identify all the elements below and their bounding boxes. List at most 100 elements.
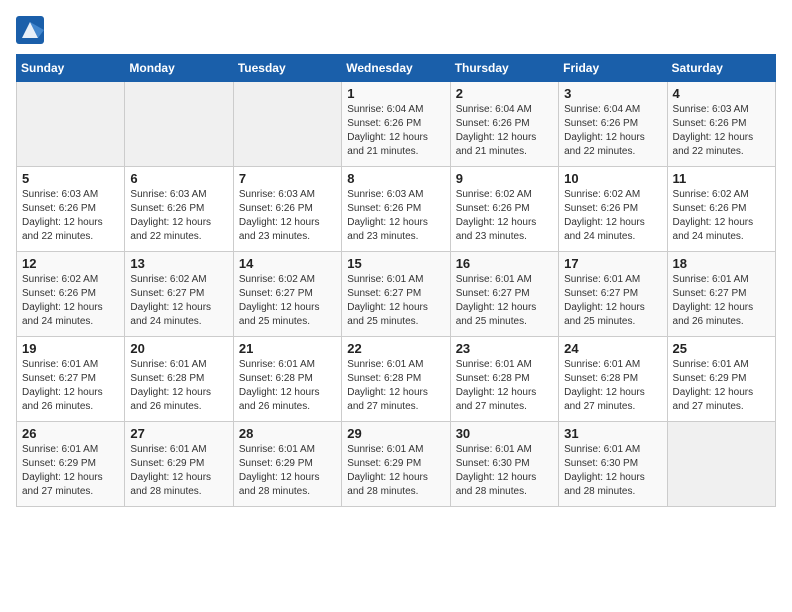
calendar-cell: 15Sunrise: 6:01 AM Sunset: 6:27 PM Dayli… [342,252,450,337]
day-number: 31 [564,426,661,441]
day-number: 3 [564,86,661,101]
day-info: Sunrise: 6:01 AM Sunset: 6:27 PM Dayligh… [347,273,444,329]
day-number: 28 [239,426,336,441]
calendar-cell [233,82,341,167]
day-info: Sunrise: 6:01 AM Sunset: 6:29 PM Dayligh… [239,443,336,499]
day-header-monday: Monday [125,55,233,82]
day-info: Sunrise: 6:02 AM Sunset: 6:27 PM Dayligh… [130,273,227,329]
day-info: Sunrise: 6:04 AM Sunset: 6:26 PM Dayligh… [564,103,661,159]
calendar-cell: 3 Sunrise: 6:04 AM Sunset: 6:26 PM Daylig… [559,82,667,167]
calendar-cell: 30 Sunrise: 6:01 AM Sunset: 6:30 PM Dayli… [450,422,558,507]
day-info: Sunrise: 6:01 AM Sunset: 6:27 PM Dayligh… [22,358,119,414]
day-number: 17 [564,256,661,271]
calendar-week-row: 26 Sunrise: 6:01 AM Sunset: 6:29 PM Dayli… [17,422,776,507]
day-info: Sunrise: 6:03 AM Sunset: 6:26 PM Dayligh… [347,188,444,244]
calendar-cell: 5 Sunrise: 6:03 AM Sunset: 6:26 PM Daylig… [17,167,125,252]
calendar-table: SundayMondayTuesdayWednesdayThursdayFrid… [16,54,776,507]
day-header-thursday: Thursday [450,55,558,82]
day-info: Sunrise: 6:01 AM Sunset: 6:29 PM Dayligh… [130,443,227,499]
day-number: 20 [130,341,227,356]
day-header-tuesday: Tuesday [233,55,341,82]
day-number: 2 [456,86,553,101]
day-number: 29 [347,426,444,441]
day-number: 7 [239,171,336,186]
calendar-cell: 25 Sunrise: 6:01 AM Sunset: 6:29 PM Dayli… [667,337,775,422]
calendar-week-row: 5 Sunrise: 6:03 AM Sunset: 6:26 PM Daylig… [17,167,776,252]
day-number: 4 [673,86,770,101]
calendar-week-row: 1 Sunrise: 6:04 AM Sunset: 6:26 PM Daylig… [17,82,776,167]
calendar-cell: 21Sunrise: 6:01 AM Sunset: 6:28 PM Dayli… [233,337,341,422]
day-number: 24 [564,341,661,356]
day-number: 8 [347,171,444,186]
day-number: 26 [22,426,119,441]
day-info: Sunrise: 6:01 AM Sunset: 6:27 PM Dayligh… [564,273,661,329]
calendar-cell: 24 Sunrise: 6:01 AM Sunset: 6:28 PM Dayli… [559,337,667,422]
day-header-saturday: Saturday [667,55,775,82]
calendar-cell: 28 Sunrise: 6:01 AM Sunset: 6:29 PM Dayli… [233,422,341,507]
day-info: Sunrise: 6:01 AM Sunset: 6:28 PM Dayligh… [564,358,661,414]
calendar-cell: 31 Sunrise: 6:01 AM Sunset: 6:30 PM Dayli… [559,422,667,507]
calendar-cell [17,82,125,167]
calendar-cell: 23Sunrise: 6:01 AM Sunset: 6:28 PM Dayli… [450,337,558,422]
day-info: Sunrise: 6:03 AM Sunset: 6:26 PM Dayligh… [130,188,227,244]
calendar-cell: 27 Sunrise: 6:01 AM Sunset: 6:29 PM Dayli… [125,422,233,507]
day-info: Sunrise: 6:01 AM Sunset: 6:27 PM Dayligh… [456,273,553,329]
day-number: 23 [456,341,553,356]
calendar-cell: 26Sunrise: 6:01 AM Sunset: 6:29 PM Dayli… [17,422,125,507]
day-number: 30 [456,426,553,441]
calendar-week-row: 19 Sunrise: 6:01 AM Sunset: 6:27 PM Dayli… [17,337,776,422]
calendar-cell: 13 Sunrise: 6:02 AM Sunset: 6:27 PM Dayli… [125,252,233,337]
calendar-header-row: SundayMondayTuesdayWednesdayThursdayFrid… [17,55,776,82]
day-number: 9 [456,171,553,186]
calendar-cell: 17 Sunrise: 6:01 AM Sunset: 6:27 PM Dayli… [559,252,667,337]
calendar-cell: 19 Sunrise: 6:01 AM Sunset: 6:27 PM Dayli… [17,337,125,422]
day-number: 5 [22,171,119,186]
day-header-wednesday: Wednesday [342,55,450,82]
calendar-cell: 12Sunrise: 6:02 AM Sunset: 6:26 PM Dayli… [17,252,125,337]
calendar-cell: 14 Sunrise: 6:02 AM Sunset: 6:27 PM Dayli… [233,252,341,337]
calendar-week-row: 12Sunrise: 6:02 AM Sunset: 6:26 PM Dayli… [17,252,776,337]
day-info: Sunrise: 6:03 AM Sunset: 6:26 PM Dayligh… [673,103,770,159]
day-info: Sunrise: 6:01 AM Sunset: 6:28 PM Dayligh… [347,358,444,414]
calendar-cell: 29Sunrise: 6:01 AM Sunset: 6:29 PM Dayli… [342,422,450,507]
day-number: 13 [130,256,227,271]
day-number: 18 [673,256,770,271]
day-number: 16 [456,256,553,271]
calendar-cell: 1Sunrise: 6:04 AM Sunset: 6:26 PM Daylig… [342,82,450,167]
day-info: Sunrise: 6:01 AM Sunset: 6:30 PM Dayligh… [564,443,661,499]
day-info: Sunrise: 6:02 AM Sunset: 6:26 PM Dayligh… [564,188,661,244]
calendar-cell: 8 Sunrise: 6:03 AM Sunset: 6:26 PM Daylig… [342,167,450,252]
calendar-cell: 10 Sunrise: 6:02 AM Sunset: 6:26 PM Dayli… [559,167,667,252]
day-number: 27 [130,426,227,441]
day-info: Sunrise: 6:01 AM Sunset: 6:28 PM Dayligh… [130,358,227,414]
day-info: Sunrise: 6:01 AM Sunset: 6:27 PM Dayligh… [673,273,770,329]
day-info: Sunrise: 6:01 AM Sunset: 6:30 PM Dayligh… [456,443,553,499]
calendar-cell: 4 Sunrise: 6:03 AM Sunset: 6:26 PM Daylig… [667,82,775,167]
day-number: 6 [130,171,227,186]
day-info: Sunrise: 6:02 AM Sunset: 6:26 PM Dayligh… [673,188,770,244]
day-number: 14 [239,256,336,271]
day-info: Sunrise: 6:01 AM Sunset: 6:29 PM Dayligh… [673,358,770,414]
calendar-cell [667,422,775,507]
day-info: Sunrise: 6:02 AM Sunset: 6:27 PM Dayligh… [239,273,336,329]
day-number: 19 [22,341,119,356]
day-info: Sunrise: 6:04 AM Sunset: 6:26 PM Dayligh… [456,103,553,159]
calendar-cell: 18 Sunrise: 6:01 AM Sunset: 6:27 PM Dayli… [667,252,775,337]
page-header [16,16,776,44]
logo-icon [16,16,44,44]
calendar-cell: 6 Sunrise: 6:03 AM Sunset: 6:26 PM Daylig… [125,167,233,252]
calendar-cell: 16 Sunrise: 6:01 AM Sunset: 6:27 PM Dayli… [450,252,558,337]
calendar-cell: 11Sunrise: 6:02 AM Sunset: 6:26 PM Dayli… [667,167,775,252]
day-info: Sunrise: 6:03 AM Sunset: 6:26 PM Dayligh… [239,188,336,244]
day-number: 10 [564,171,661,186]
day-number: 25 [673,341,770,356]
day-number: 1 [347,86,444,101]
calendar-cell: 2 Sunrise: 6:04 AM Sunset: 6:26 PM Daylig… [450,82,558,167]
calendar-cell: 7 Sunrise: 6:03 AM Sunset: 6:26 PM Daylig… [233,167,341,252]
calendar-cell: 9Sunrise: 6:02 AM Sunset: 6:26 PM Daylig… [450,167,558,252]
calendar-cell [125,82,233,167]
logo [16,16,48,44]
day-header-sunday: Sunday [17,55,125,82]
day-info: Sunrise: 6:01 AM Sunset: 6:28 PM Dayligh… [239,358,336,414]
day-info: Sunrise: 6:03 AM Sunset: 6:26 PM Dayligh… [22,188,119,244]
